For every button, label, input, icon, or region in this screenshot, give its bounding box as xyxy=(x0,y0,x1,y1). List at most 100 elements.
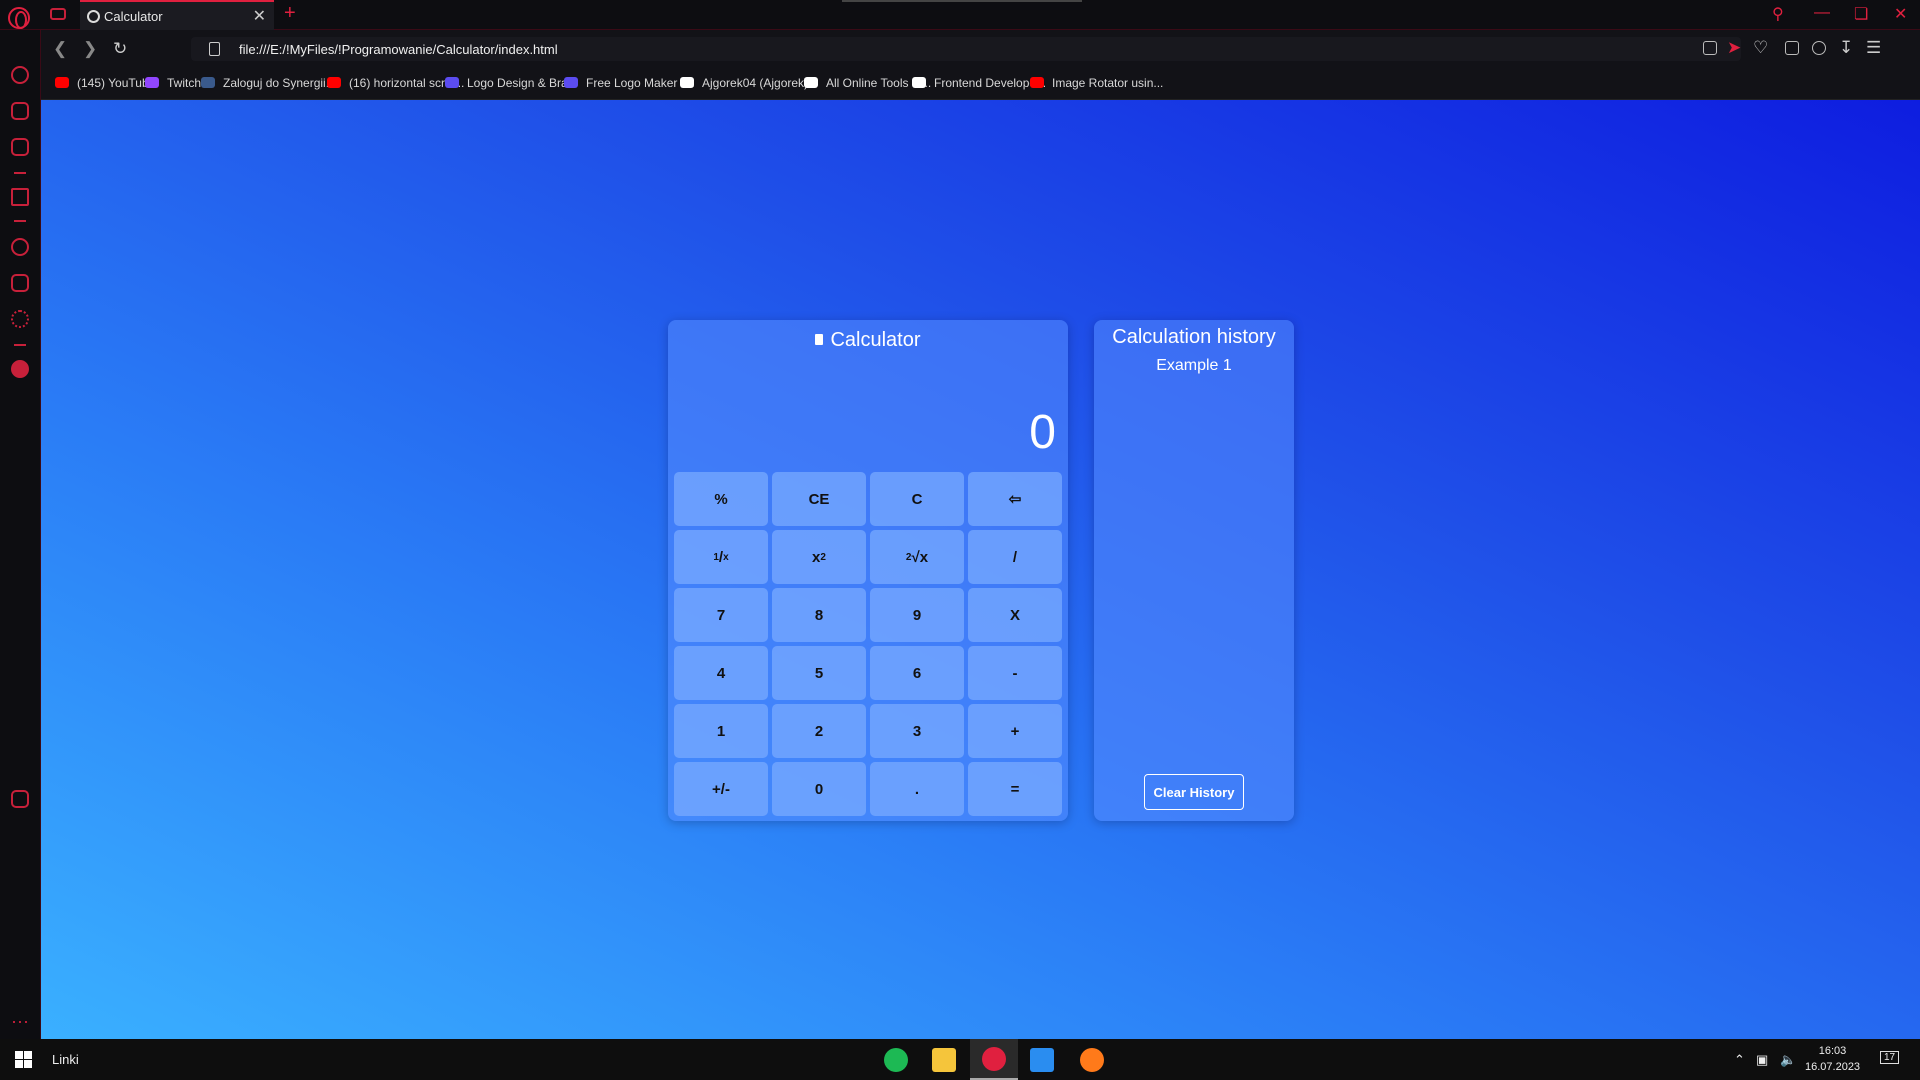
system-clock[interactable]: 16:03 16.07.2023 xyxy=(1805,1043,1860,1075)
taskbar-app[interactable] xyxy=(970,1039,1018,1080)
clear-entry-key[interactable]: CE xyxy=(772,472,866,526)
download-icon[interactable]: ↧ xyxy=(1839,38,1853,58)
forward-icon[interactable]: ❯ xyxy=(83,39,97,59)
opera-menu-icon[interactable] xyxy=(8,7,30,29)
globe-icon xyxy=(87,10,100,23)
reciprocal-key[interactable]: 1/x xyxy=(674,530,768,584)
game-controller-icon[interactable] xyxy=(50,8,66,20)
settings-gear-icon[interactable] xyxy=(11,310,29,328)
percent-key[interactable]: % xyxy=(674,472,768,526)
extensions-cube-icon[interactable] xyxy=(11,274,29,292)
close-window-icon[interactable]: ✕ xyxy=(1894,4,1907,24)
reload-icon[interactable]: ↻ xyxy=(113,39,127,59)
show-hidden-icons-icon[interactable]: ⌃ xyxy=(1734,1052,1745,1068)
calculator-panel: Calculator 0 % CE C ⇦ 1/x x 2 2 √x/ 7 8 9 X 4 5 6- 1 2 3 + +… xyxy=(668,320,1068,821)
digit-8-key[interactable]: 8 xyxy=(772,588,866,642)
bookmark-item[interactable]: Logo Design & Bra... xyxy=(445,76,578,90)
browser-tab-bar: Calculator ✕ + ⚲ — ❏ ✕ xyxy=(0,0,1920,30)
bookmark-item[interactable]: Ajgorek04 (Ajgorek) xyxy=(680,76,808,90)
bookmark-item[interactable]: Frontend Develope... xyxy=(912,76,1046,90)
gallery-icon[interactable] xyxy=(11,790,29,808)
digit-0-key[interactable]: 0 xyxy=(772,762,866,816)
digit-4-key[interactable]: 4 xyxy=(674,646,768,700)
bookmark-label: Logo Design & Bra... xyxy=(467,76,578,90)
backspace-key[interactable]: ⇦ xyxy=(968,472,1062,526)
restore-icon[interactable]: ❏ xyxy=(1854,4,1868,24)
youtube-icon xyxy=(1030,77,1044,88)
profile-icon[interactable] xyxy=(1812,41,1826,55)
history-icon[interactable] xyxy=(11,238,29,256)
network-icon[interactable]: ▣ xyxy=(1756,1052,1768,1068)
bookmark-item[interactable]: Free Logo Maker -... xyxy=(564,76,695,90)
equals-key[interactable]: = xyxy=(968,762,1062,816)
sqrt-key[interactable]: 2 √x xyxy=(870,530,964,584)
minimize-icon[interactable]: — xyxy=(1814,4,1830,22)
negate-key[interactable]: +/- xyxy=(674,762,768,816)
square-key[interactable]: x2 xyxy=(772,530,866,584)
notification-center-icon[interactable]: 17 xyxy=(1880,1051,1900,1064)
windows-start-icon[interactable] xyxy=(15,1051,32,1068)
browser-toolbar: ❮ ❯ ↻ file:///E:/!MyFiles/!Programowanie… xyxy=(41,30,1920,68)
github-icon xyxy=(680,77,694,88)
digit-7-key[interactable]: 7 xyxy=(674,588,768,642)
divide-key[interactable]: / xyxy=(968,530,1062,584)
back-icon[interactable]: ❮ xyxy=(53,39,67,59)
page-icon xyxy=(209,42,220,56)
tab-close-icon[interactable]: ✕ xyxy=(253,6,266,26)
bookmark-item[interactable]: (145) YouTube xyxy=(55,76,155,90)
bookmarks-bar: (145) YouTube Twitch Zaloguj do Synergii..… xyxy=(41,68,1920,100)
add-key[interactable]: + xyxy=(968,704,1062,758)
sidebar-divider xyxy=(14,220,26,222)
digit-9-key[interactable]: 9 xyxy=(870,588,964,642)
taskbar-app[interactable] xyxy=(1018,1039,1066,1080)
bookmark-item[interactable]: Twitch xyxy=(145,76,201,90)
twitch-icon[interactable] xyxy=(11,138,29,156)
clear-history-button[interactable]: Clear History xyxy=(1144,774,1244,810)
taskbar-app[interactable] xyxy=(872,1039,920,1080)
digit-3-key[interactable]: 3 xyxy=(870,704,964,758)
taskbar-app[interactable] xyxy=(920,1039,968,1080)
youtube-icon xyxy=(327,77,341,88)
digit-2-key[interactable]: 2 xyxy=(772,704,866,758)
send-icon[interactable] xyxy=(11,188,29,206)
new-tab-button[interactable]: + xyxy=(284,2,296,25)
ublock-icon[interactable] xyxy=(11,360,29,378)
bookmark-item[interactable]: Zaloguj do Synergii... xyxy=(201,76,336,90)
twitch-icon xyxy=(145,77,159,88)
address-bar[interactable]: file:///E:/!MyFiles/!Programowanie/Calcu… xyxy=(191,37,1741,61)
digit-1-key[interactable]: 1 xyxy=(674,704,768,758)
send-icon[interactable]: ➤ xyxy=(1727,38,1741,58)
opera-icon xyxy=(982,1046,1006,1071)
sidebar-divider xyxy=(14,344,26,346)
digit-6-key[interactable]: 6 xyxy=(870,646,964,700)
tab-title: Calculator xyxy=(104,9,163,24)
history-entry[interactable]: Example 1 xyxy=(1094,357,1294,375)
calculator-header: Calculator xyxy=(668,329,1068,352)
tools-icon xyxy=(804,77,818,88)
speed-dial-icon[interactable] xyxy=(11,66,29,84)
url-text[interactable]: file:///E:/!MyFiles/!Programowanie/Calcu… xyxy=(239,42,558,57)
digit-5-key[interactable]: 5 xyxy=(772,646,866,700)
multiply-key[interactable]: X xyxy=(968,588,1062,642)
decimal-key[interactable]: . xyxy=(870,762,964,816)
heart-icon[interactable]: ♡ xyxy=(1753,38,1768,58)
bookmark-item[interactable]: Image Rotator usin... xyxy=(1030,76,1163,90)
search-icon[interactable]: ⚲ xyxy=(1772,4,1784,24)
subtract-key[interactable]: - xyxy=(968,646,1062,700)
active-tab[interactable]: Calculator ✕ xyxy=(80,0,274,30)
bookmark-label: Ajgorek04 (Ajgorek) xyxy=(702,76,809,90)
more-options-icon[interactable]: ⋯ xyxy=(11,1012,30,1033)
browser-sidebar: ⋯ xyxy=(0,30,41,1039)
bookmark-item[interactable]: (16) horizontal scrol... xyxy=(327,76,464,90)
easy-setup-icon[interactable]: ☰ xyxy=(1866,38,1881,58)
librus-icon xyxy=(201,77,215,88)
volume-icon[interactable]: 🔈 xyxy=(1780,1052,1796,1068)
tab-drag-handle xyxy=(842,0,1082,2)
camera-icon[interactable] xyxy=(1703,41,1717,55)
shopping-bag-icon[interactable] xyxy=(11,102,29,120)
cube-icon[interactable] xyxy=(1785,41,1799,55)
clear-key[interactable]: C xyxy=(870,472,964,526)
bookmark-label: Twitch xyxy=(167,76,202,90)
links-toolbar[interactable]: Linki xyxy=(52,1052,79,1067)
taskbar-app[interactable] xyxy=(1068,1039,1116,1080)
